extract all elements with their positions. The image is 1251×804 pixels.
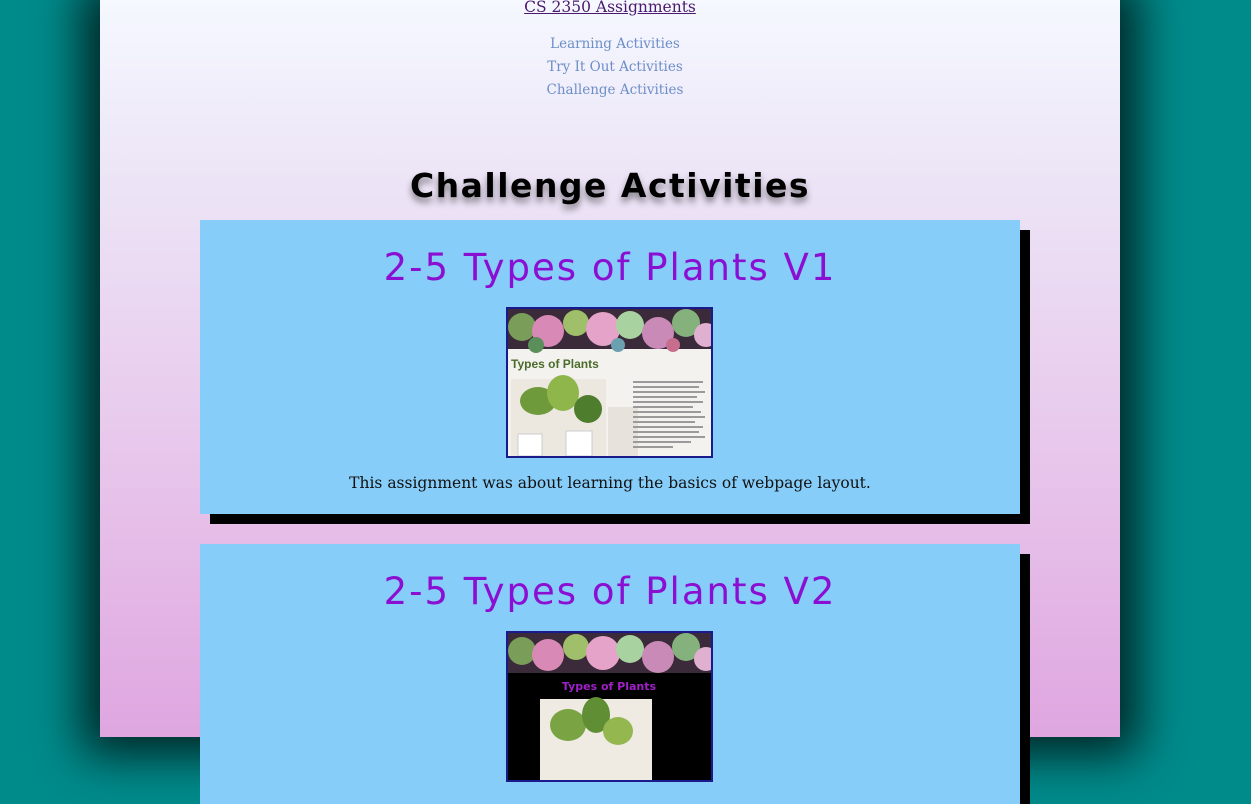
nav-challenge-activities[interactable]: Challenge Activities [110,79,1120,102]
nav-try-it-out-activities[interactable]: Try It Out Activities [110,56,1120,79]
page-container: CS 2350 Assignments Learning Activities … [100,0,1120,804]
site-home-link[interactable]: CS 2350 Assignments [100,0,1120,16]
card-description: This assignment was about learning the b… [349,474,871,492]
card-title: 2-5 Types of Plants V2 [383,570,837,613]
assignment-card-v2: 2-5 Types of Plants V2 Types of Plants [200,544,1020,804]
assignment-card-v1: 2-5 Types of Plants V1 Types of Plants T… [200,220,1020,514]
card-title: 2-5 Types of Plants V1 [383,246,837,289]
thumb-heading: Types of Plants [511,357,599,371]
page-title: Challenge Activities [409,166,811,206]
assignment-thumbnail-v1[interactable]: Types of Plants [506,307,713,458]
assignment-thumbnail-v2[interactable]: Types of Plants [506,631,713,782]
thumbnail-image: Types of Plants [508,633,711,780]
nav-menu: Learning Activities Try It Out Activitie… [100,33,1120,102]
thumbnail-image: Types of Plants [508,309,711,456]
thumb-heading: Types of Plants [562,680,657,693]
nav-learning-activities[interactable]: Learning Activities [110,33,1120,56]
